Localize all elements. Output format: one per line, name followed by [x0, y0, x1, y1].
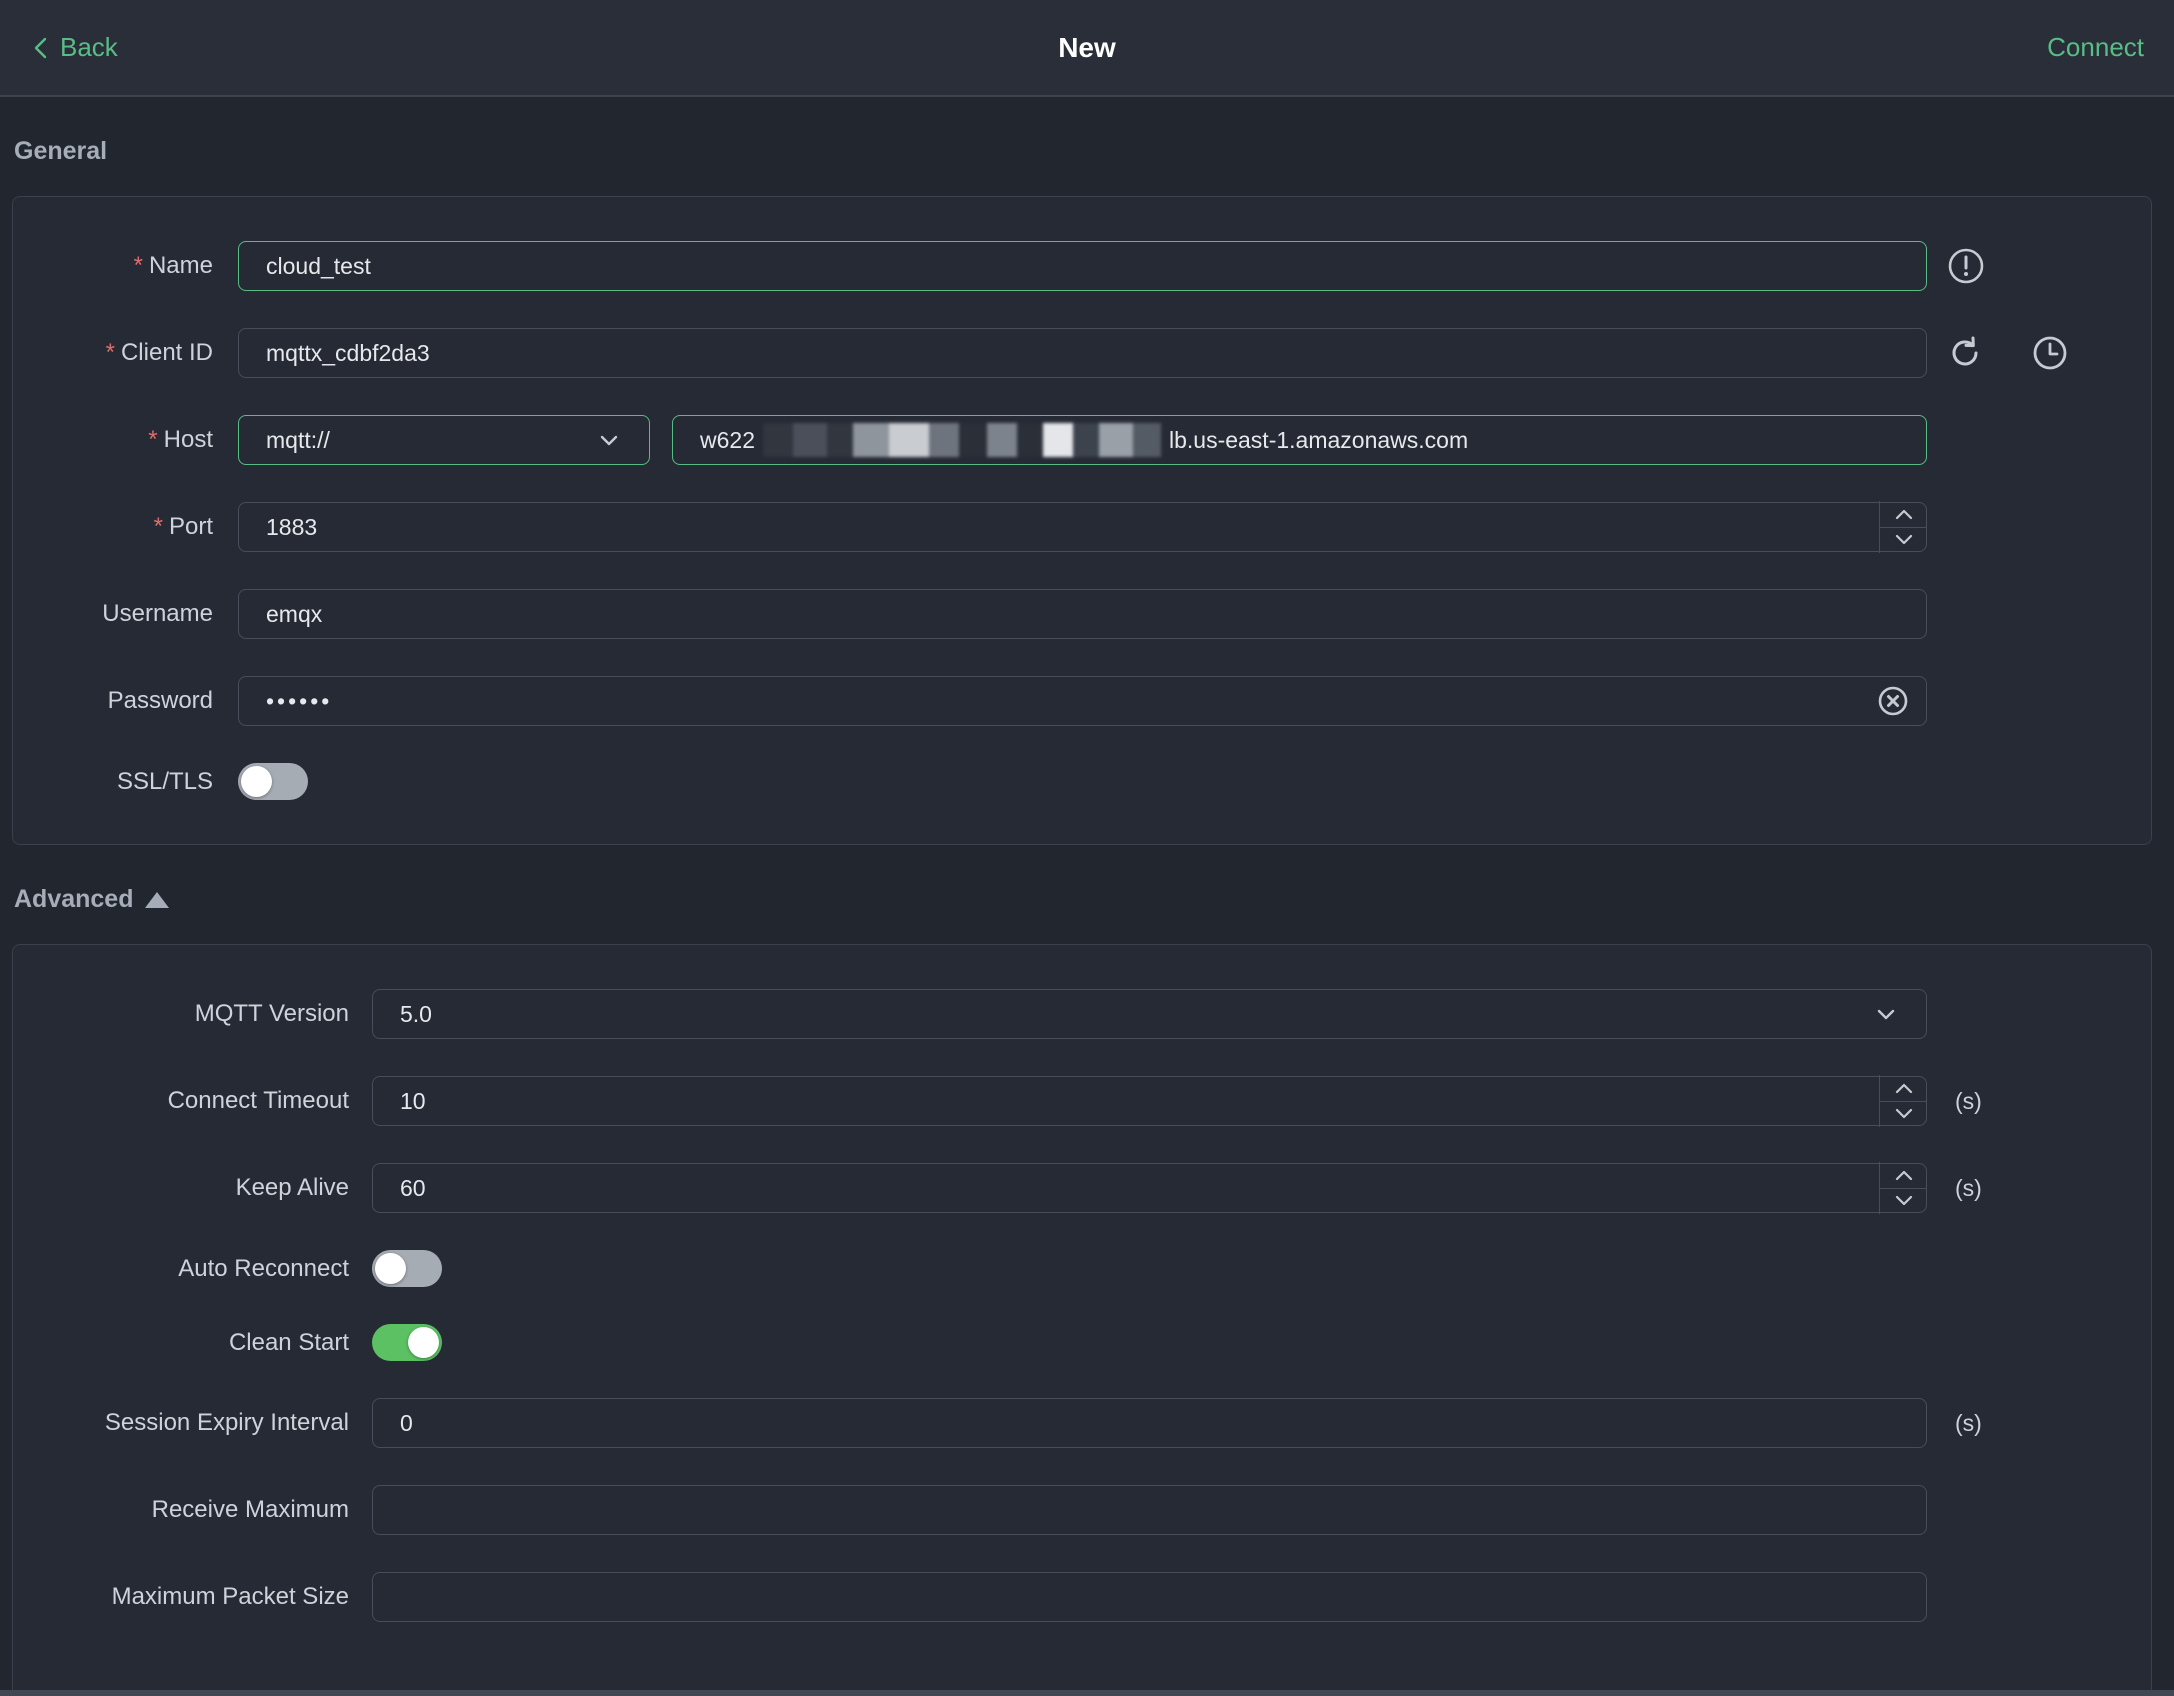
chevron-left-icon [30, 35, 52, 61]
connect-timeout-decrement-button[interactable] [1880, 1102, 1927, 1128]
host-value-suffix: lb.us-east-1.amazonaws.com [1168, 426, 1469, 453]
mqtt-version-row: MQTT Version 5.0 [13, 989, 2151, 1039]
password-clear-icon[interactable] [1875, 683, 1911, 719]
session-expiry-label: Session Expiry Interval [104, 1409, 349, 1436]
ssl-toggle[interactable] [238, 763, 308, 800]
port-input[interactable] [238, 502, 1927, 552]
password-label: Password [107, 687, 213, 714]
connect-timeout-unit: (s) [1955, 1087, 1982, 1114]
refresh-icon[interactable] [1946, 334, 1984, 372]
clean-start-toggle[interactable] [372, 1324, 442, 1361]
advanced-heading-label: Advanced [14, 885, 134, 913]
host-value-prefix: w622 [700, 426, 755, 453]
topbar: Back New Connect [0, 0, 2174, 97]
host-row: * Host mqtt:// w622 lb.us-east-1.amazona… [13, 415, 2151, 465]
host-protocol-value: mqtt:// [266, 426, 330, 453]
port-label: * Port [153, 513, 213, 540]
session-expiry-row: Session Expiry Interval (s) [13, 1398, 2151, 1448]
port-stepper [1879, 501, 1927, 553]
connect-timeout-increment-button[interactable] [1880, 1075, 1927, 1102]
username-label: Username [102, 600, 213, 627]
client-id-input[interactable] [238, 328, 1927, 378]
auto-reconnect-row: Auto Reconnect [13, 1250, 2151, 1287]
mqtt-version-value: 5.0 [400, 1000, 432, 1027]
host-redacted-block [762, 423, 1161, 457]
name-row: * Name [13, 241, 2151, 291]
toggle-knob [241, 766, 272, 797]
required-marker: * [133, 252, 143, 279]
name-warning-icon[interactable] [1946, 246, 1986, 286]
general-section-heading: General [14, 137, 2174, 166]
max-packet-size-input[interactable] [372, 1572, 1927, 1622]
username-row: Username [13, 589, 2151, 639]
auto-reconnect-toggle[interactable] [372, 1250, 442, 1287]
chevron-down-icon [1873, 1001, 1899, 1027]
required-marker: * [153, 513, 163, 540]
connect-timeout-label: Connect Timeout [167, 1087, 349, 1114]
history-clock-icon[interactable] [2030, 333, 2070, 373]
toggle-knob [408, 1327, 439, 1358]
receive-maximum-row: Receive Maximum [13, 1485, 2151, 1535]
back-label: Back [60, 32, 118, 62]
clean-start-label: Clean Start [228, 1328, 349, 1356]
mqtt-version-select[interactable]: 5.0 [372, 989, 1927, 1039]
keep-alive-increment-button[interactable] [1880, 1162, 1927, 1189]
username-input[interactable] [238, 589, 1927, 639]
session-expiry-input[interactable] [372, 1398, 1927, 1448]
chevron-down-icon [596, 427, 622, 453]
host-input[interactable]: w622 lb.us-east-1.amazonaws.com [672, 415, 1927, 465]
auto-reconnect-label: Auto Reconnect [178, 1254, 349, 1282]
page-title: New [1058, 31, 1116, 63]
keep-alive-unit: (s) [1955, 1174, 1982, 1201]
ssl-label: SSL/TLS [116, 767, 213, 795]
bottom-edge-strip [0, 1690, 2174, 1696]
keep-alive-row: Keep Alive (s) [13, 1162, 2151, 1214]
port-increment-button[interactable] [1880, 501, 1927, 528]
toggle-knob [375, 1253, 406, 1284]
max-packet-size-label: Maximum Packet Size [111, 1583, 349, 1610]
name-label: * Name [133, 252, 213, 279]
receive-maximum-input[interactable] [372, 1485, 1927, 1535]
password-row: Password [13, 676, 2151, 726]
port-decrement-button[interactable] [1880, 528, 1927, 554]
keep-alive-decrement-button[interactable] [1880, 1189, 1927, 1215]
clean-start-row: Clean Start [13, 1324, 2151, 1361]
max-packet-size-row: Maximum Packet Size [13, 1572, 2151, 1622]
required-marker: * [148, 426, 158, 453]
ssl-row: SSL/TLS [13, 763, 2151, 800]
required-marker: * [105, 339, 115, 366]
general-card: *Name *Client ID [12, 196, 2152, 845]
collapse-arrow-icon [145, 891, 170, 908]
password-input[interactable] [238, 676, 1927, 726]
connect-timeout-row: Connect Timeout (s) [13, 1075, 2151, 1127]
connect-timeout-input[interactable] [372, 1076, 1927, 1126]
connect-button[interactable]: Connect [2047, 32, 2144, 63]
name-input[interactable] [238, 241, 1927, 291]
connect-timeout-stepper [1879, 1075, 1927, 1127]
keep-alive-input[interactable] [372, 1163, 1927, 1213]
client-id-row: * Client ID [13, 328, 2151, 378]
client-id-label: * Client ID [105, 339, 213, 366]
mqtt-version-label: MQTT Version [194, 1000, 349, 1027]
host-label: * Host [148, 426, 213, 453]
session-expiry-unit: (s) [1955, 1409, 1982, 1436]
keep-alive-stepper [1879, 1162, 1927, 1214]
back-button[interactable]: Back [30, 32, 118, 63]
keep-alive-label: Keep Alive [235, 1174, 349, 1201]
general-heading-label: General [14, 137, 108, 165]
port-row: * Port [13, 501, 2151, 553]
receive-maximum-label: Receive Maximum [151, 1496, 349, 1523]
advanced-section-heading[interactable]: Advanced [14, 885, 2174, 914]
host-protocol-select[interactable]: mqtt:// [238, 415, 650, 465]
advanced-card: MQTT Version 5.0 Connect Timeout (s) Kee [12, 944, 2152, 1696]
